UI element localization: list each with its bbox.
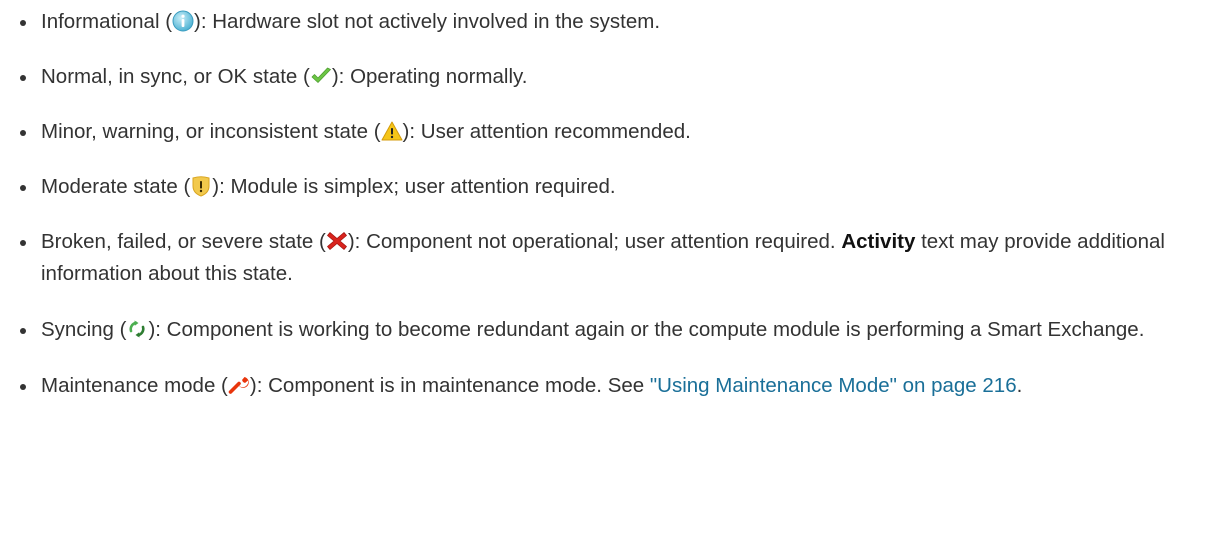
item-label-before: Moderate state (	[41, 175, 191, 198]
sync-icon	[126, 318, 148, 340]
list-item-syncing: Syncing ( ): Component is working to bec…	[0, 314, 1219, 346]
item-label-after: ): Component is working to become redund…	[148, 318, 1145, 341]
item-label-after: ): Component not operational; user atten…	[347, 230, 842, 253]
item-label-before: Syncing (	[41, 318, 127, 341]
item-label-before: Minor, warning, or inconsistent state (	[41, 120, 381, 143]
wrench-icon	[228, 374, 250, 396]
list-item-broken: Broken, failed, or severe state ( ): Com…	[0, 226, 1219, 290]
shield-warning-icon	[190, 175, 212, 197]
bullet	[20, 75, 26, 81]
x-icon	[326, 230, 348, 252]
item-label-after: ): Module is simplex; user attention req…	[212, 175, 616, 198]
item-label-before: Maintenance mode (	[41, 374, 228, 397]
item-label-before: Broken, failed, or severe state (	[41, 230, 326, 253]
info-icon	[172, 10, 194, 32]
bullet	[20, 240, 26, 246]
item-label-before: Informational (	[41, 10, 173, 33]
list-item-maintenance: Maintenance mode ( ): Component is in ma…	[0, 370, 1219, 402]
warning-icon	[381, 120, 403, 142]
status-icon-list: Informational ( ): Hardware slot not act…	[0, 0, 1219, 402]
list-item-warning: Minor, warning, or inconsistent state ( …	[0, 116, 1219, 148]
checkmark-icon	[310, 65, 332, 87]
bullet	[20, 384, 26, 390]
bullet	[20, 185, 26, 191]
list-item-normal: Normal, in sync, or OK state ( ): Operat…	[0, 61, 1219, 93]
item-label-end: .	[1016, 374, 1023, 397]
item-label-after: ): Hardware slot not actively involved i…	[194, 10, 661, 33]
item-label-after: ): Operating normally.	[331, 65, 528, 88]
item-label-before: Normal, in sync, or OK state (	[41, 65, 310, 88]
maintenance-mode-link[interactable]: "Using Maintenance Mode" on page 216	[650, 374, 1017, 397]
list-item-moderate: Moderate state ( ): Module is simplex; u…	[0, 171, 1219, 203]
item-label-after: ): User attention recommended.	[402, 120, 691, 143]
bullet	[20, 130, 26, 136]
item-label-after: ): Component is in maintenance mode. See	[249, 374, 650, 397]
list-item-informational: Informational ( ): Hardware slot not act…	[0, 6, 1219, 38]
activity-term: Activity	[841, 230, 916, 253]
bullet	[20, 328, 26, 334]
bullet	[20, 20, 26, 26]
